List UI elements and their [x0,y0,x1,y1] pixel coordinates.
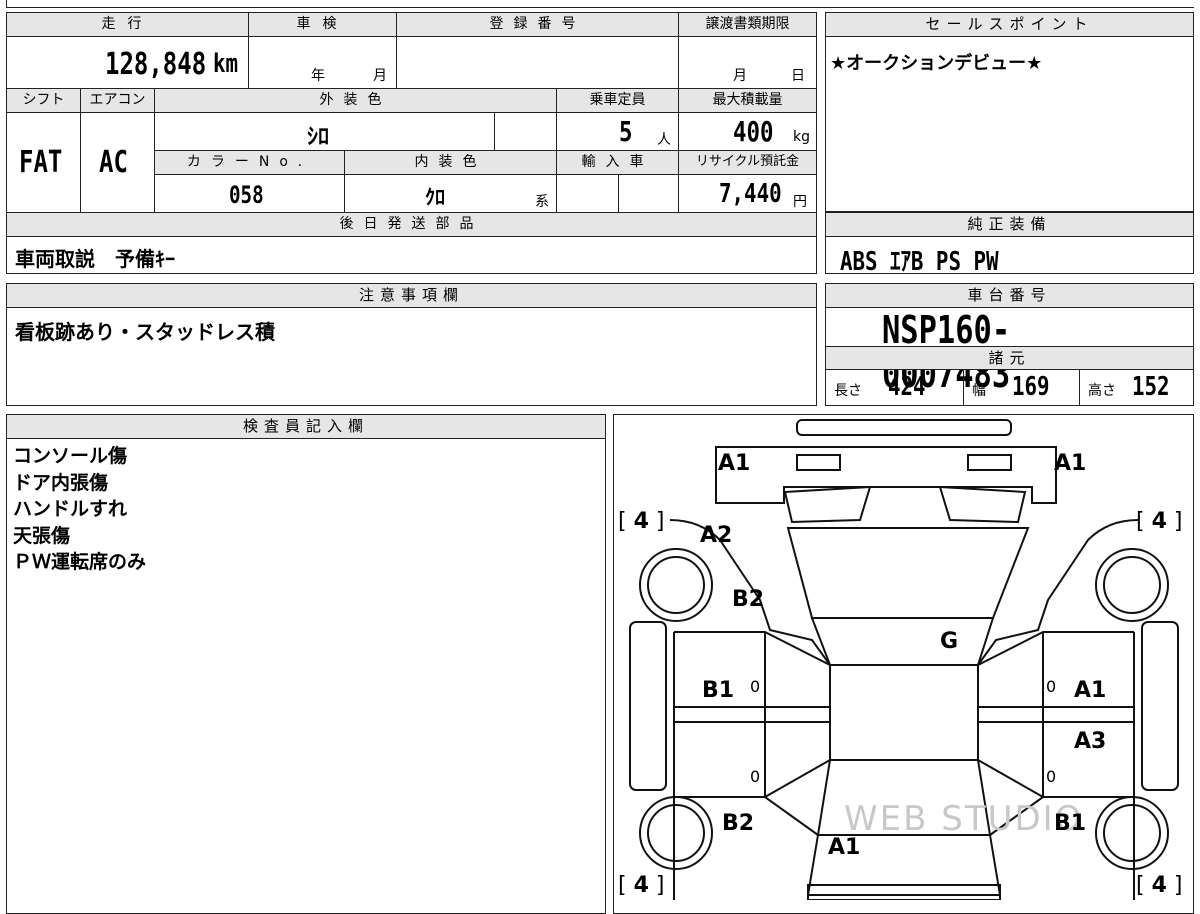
damage-diagram-box: WEB STUDIO A1 A1 A2 B2 G B1 A1 A3 B2 B1 … [613,414,1194,914]
watermark: WEB STUDIO [844,799,1084,839]
int-color-suffix: 系 [535,194,549,210]
tire-rear-right: [ 4 ] [1136,873,1183,898]
recycle-unit: 円 [793,194,807,210]
transfer-cell: 月 日 [679,37,816,89]
later-parts-header: 後日発送部品 [7,213,816,237]
transfer-month: 月 [733,68,747,84]
tire-rear-left: [ 4 ] [618,873,665,898]
import-cell-1 [557,175,619,213]
tire-front-right: [ 4 ] [1136,509,1183,534]
load-header: 最大積載量 [679,89,816,113]
spec-row: 長さ 424 幅 169 高さ 152 [826,370,1193,405]
int-color-value: ｸﾛ [425,185,445,209]
sales-point-box: セールスポイント ★オークションデビュー★ [825,12,1194,212]
height-value: 152 [1132,372,1170,402]
color-no-header: カラーNo. [155,151,345,175]
mark-rear: A1 [828,835,861,860]
later-parts-value: 車両取説 予備ｷｰ [15,247,175,271]
width-value: 169 [1012,372,1050,402]
notes-box: 注意事項欄 看板跡あり・スタッドレス積 [6,283,817,406]
shaken-month: 月 [373,68,387,84]
mark-rear-fender-left: B2 [722,811,755,836]
mark-zero: 0 [750,677,761,696]
mileage-header: 走行 [7,13,249,37]
mark-rear-fender-right: B1 [1054,811,1087,836]
ext-color-header: 外装色 [155,89,557,113]
shift-value: FAT [19,145,63,180]
capacity-value: 5 [619,115,633,148]
equipment-value: ABS ｴｱB PS PW [840,247,999,277]
length-label: 長さ [834,383,862,399]
mark-zero: 0 [750,767,761,786]
registration-cell [397,37,679,89]
inspector-line: コンソール傷 [13,445,128,467]
mileage-unit: km [213,49,239,79]
equipment-box: 純正装備 ABS ｴｱB PS PW [825,212,1194,277]
inspector-header: 検査員記入欄 [7,415,605,439]
capacity-header: 乗車定員 [557,89,679,113]
shaken-year: 年 [311,68,325,84]
capacity-unit: 人 [657,132,671,148]
height-label: 高さ [1088,383,1116,399]
equipment-header: 純正装備 [826,213,1193,237]
transfer-day: 日 [791,68,805,84]
shaken-cell: 年 月 [249,37,397,89]
tire-front-left: [ 4 ] [618,509,665,534]
ext-color-cell: ｼﾛ [155,113,495,151]
mark-front-left: A1 [718,451,751,476]
ext-color-value: ｼﾛ [307,125,330,150]
inspector-lines: コンソール傷 ドア内張傷 ハンドルすれ 天張傷 ＰＷ運転席のみ [13,443,146,576]
recycle-value: 7,440 [719,179,782,209]
inspector-line: ドア内張傷 [13,471,109,494]
mark-rear-door-right: A3 [1074,729,1107,754]
spec-header: 諸元 [826,346,1193,370]
mark-front-right: A1 [1054,451,1087,476]
mark-front-door-left: B1 [702,678,735,703]
inspector-line: 天張傷 [13,524,71,547]
int-color-cell: ｸﾛ 系 [345,175,557,213]
width-label: 幅 [972,383,986,399]
chassis-box: 車台番号 NSP160-0007483 諸元 長さ 424 幅 169 高さ 1… [825,283,1194,406]
mileage-cell: 128,848 km [7,37,249,89]
mark-zero: 0 [1046,767,1057,786]
mark-front-door-right: A1 [1074,678,1107,703]
color-no-value: 058 [229,181,264,209]
chassis-header: 車台番号 [826,284,1193,308]
ac-cell: AC [81,113,155,213]
inspector-line: ＰＷ運転席のみ [13,551,147,573]
inspector-box: 検査員記入欄 コンソール傷 ドア内張傷 ハンドルすれ 天張傷 ＰＷ運転席のみ [6,414,606,914]
ac-value: AC [99,145,128,180]
sales-point-value: ★オークションデビュー★ [830,53,1043,74]
shaken-header: 車検 [249,13,397,37]
mileage-value: 128,848 [105,47,207,82]
notes-value: 看板跡あり・スタッドレス積 [15,320,275,344]
shift-cell: FAT [7,113,81,213]
recycle-cell: 7,440 円 [679,175,816,213]
notes-header: 注意事項欄 [7,284,816,308]
mark-windshield: G [940,629,959,654]
inspector-line: ハンドルすれ [13,498,128,520]
mark-hood-left: A2 [700,523,733,548]
import-cell-2 [619,175,679,213]
sales-point-header: セールスポイント [826,13,1193,37]
recycle-header: リサイクル預託金 [679,151,816,175]
shift-header: シフト [7,89,81,113]
capacity-cell: 5 人 [557,113,679,151]
registration-header: 登録番号 [397,13,679,37]
vehicle-info-table: 走行 車検 登録番号 譲渡書類期限 128,848 km 年 月 月 日 シフト… [6,12,817,274]
load-cell: 400 kg [679,113,816,151]
length-value: 424 [888,372,926,402]
int-color-header: 内装色 [345,151,557,175]
ac-header: エアコン [81,89,155,113]
transfer-deadline-header: 譲渡書類期限 [679,13,816,37]
load-unit: kg [793,129,810,145]
color-no-cell: 058 [155,175,345,213]
mark-zero: 0 [1046,677,1057,696]
import-header: 輸入車 [557,151,679,175]
top-strip [6,0,1194,8]
load-value: 400 [733,115,774,148]
ext-color-extra-cell [495,113,557,151]
mark-fender-left: B2 [732,587,765,612]
